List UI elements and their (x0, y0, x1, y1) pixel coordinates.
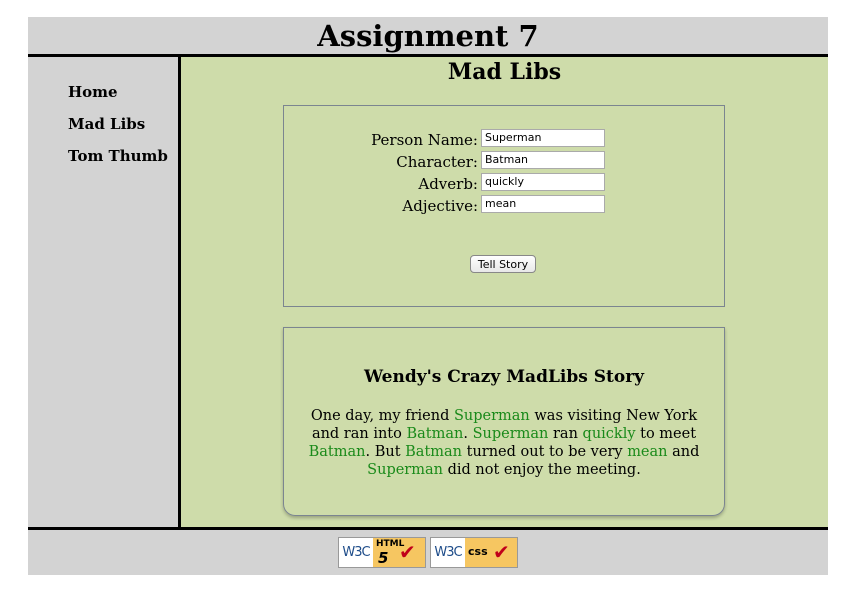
person-name-label: Person Name: (371, 131, 478, 149)
story-word-adjective: mean (627, 444, 668, 460)
checkmark-icon: ✔ (399, 540, 416, 564)
person-name-input[interactable] (481, 129, 605, 147)
w3c-html5-badge[interactable]: W3C HTML 5 ✔ (338, 537, 426, 568)
css-label: css (468, 545, 488, 558)
story-title: Wendy's Crazy MadLibs Story (363, 367, 645, 387)
character-input[interactable] (481, 151, 605, 169)
sidebar-item-mad-libs[interactable]: Mad Libs (68, 115, 145, 133)
adjective-label: Adjective: (402, 197, 478, 215)
story-word-character: Batman (405, 444, 463, 460)
story-text-part: . But (365, 444, 406, 460)
story-text-part: ran (548, 426, 583, 442)
page-frame: Assignment 7 Home Mad Libs Tom Thumb Mad… (28, 17, 828, 575)
w3c-logo: W3C (339, 538, 373, 567)
story-word-character: Batman (406, 426, 464, 442)
sidebar-item-tom-thumb[interactable]: Tom Thumb (68, 147, 168, 165)
character-row: Character: (284, 151, 724, 173)
html5-number: 5 (378, 549, 389, 567)
story-word-person: Superman (453, 408, 530, 424)
story-text-part: turned out to be very (462, 444, 628, 460)
story-text-part: One day, my friend (310, 408, 454, 424)
story-word-person: Superman (472, 426, 549, 442)
person-name-row: Person Name: (284, 129, 724, 151)
sidebar: Home Mad Libs Tom Thumb (28, 57, 178, 527)
story-text-part: to meet (635, 426, 697, 442)
madlibs-form: Person Name: Character: Adverb: Adjectiv… (283, 105, 725, 307)
adjective-row: Adjective: (284, 195, 724, 217)
checkmark-icon: ✔ (493, 540, 510, 564)
story-text-part: . (463, 426, 473, 442)
story-word-character: Batman (308, 444, 366, 460)
story-text: One day, my friend Superman was visiting… (304, 407, 704, 479)
adverb-label: Adverb: (418, 175, 478, 193)
story-word-adverb: quickly (582, 426, 636, 442)
w3c-css-badge[interactable]: W3C css ✔ (430, 537, 518, 568)
css-label-box: css ✔ (465, 538, 517, 567)
adverb-row: Adverb: (284, 173, 724, 195)
sidebar-item-home[interactable]: Home (68, 83, 118, 101)
section-title: Mad Libs (447, 59, 562, 85)
story-word-person: Superman (367, 462, 443, 478)
adjective-input[interactable] (481, 195, 605, 213)
character-label: Character: (396, 153, 478, 171)
story-text-part: did not enjoy the meeting. (442, 462, 641, 478)
main-content: Mad Libs Person Name: Character: Adverb:… (181, 57, 828, 527)
adverb-input[interactable] (481, 173, 605, 191)
story-text-part: and (667, 444, 700, 460)
footer: W3C HTML 5 ✔ W3C css ✔ (28, 530, 828, 575)
w3c-logo: W3C (431, 538, 465, 567)
page-title: Assignment 7 (317, 19, 539, 53)
tell-story-button[interactable]: Tell Story (470, 255, 536, 273)
html5-label-box: HTML 5 ✔ (373, 538, 425, 567)
story-panel: Wendy's Crazy MadLibs Story One day, my … (283, 327, 725, 516)
